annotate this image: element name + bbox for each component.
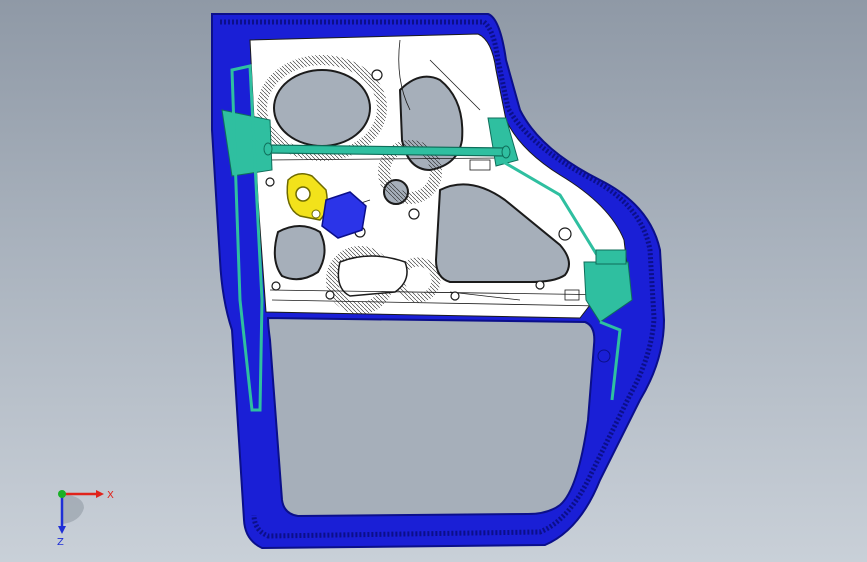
x-axis-arrow-icon [96,490,104,498]
left-cavity [273,225,326,281]
orientation-triad: X Z [57,490,114,548]
graphics-viewport[interactable]: X Z [0,0,867,562]
window-opening [266,316,596,518]
regulator-plate [337,255,408,297]
bracket-hole [295,186,311,202]
y-axis-dot-icon [58,490,66,498]
triad-shading [62,494,84,524]
bracket-hole-small [311,209,321,219]
z-axis-label: Z [57,537,64,548]
door-assembly-model[interactable] [0,0,867,562]
speaker-opening [273,69,371,147]
x-axis-label: X [107,490,114,501]
z-axis-arrow-icon [58,526,66,534]
